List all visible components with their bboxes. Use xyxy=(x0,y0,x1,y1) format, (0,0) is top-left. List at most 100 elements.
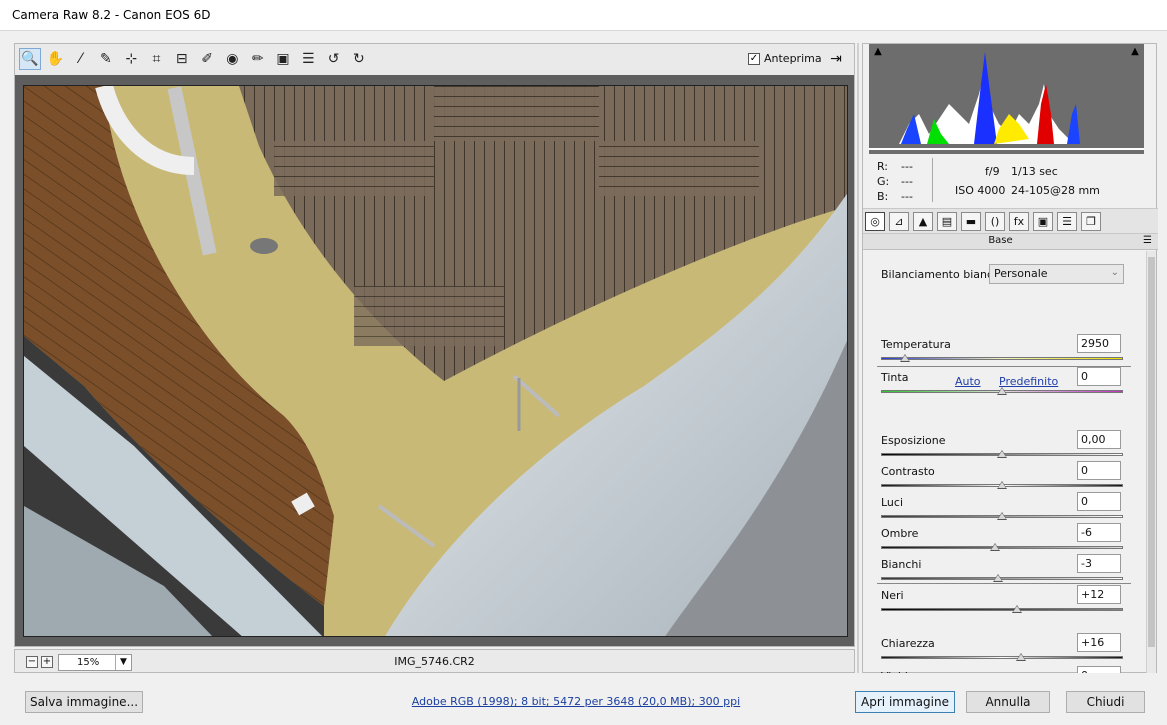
ombre-slider-track[interactable] xyxy=(881,546,1123,549)
tone-curve-panel-icon[interactable]: ⊿ xyxy=(889,212,909,231)
panel-tabs: ◎ ⊿ ▲ ▤ ▬ () fx ▣ ☰ ❐ xyxy=(863,208,1158,234)
rotate-ccw-tool-icon[interactable]: ↺ xyxy=(323,48,345,70)
white-balance-select[interactable]: Personale ⌄ xyxy=(989,264,1124,284)
tinta-label: Tinta xyxy=(881,371,909,384)
aperture: f/9 xyxy=(985,165,1000,178)
ombre-value-field[interactable]: -6 xyxy=(1077,523,1121,542)
highlight-clipping-icon[interactable]: ▲ xyxy=(1128,46,1142,58)
g-label: G: xyxy=(877,175,890,188)
spot-removal-tool-icon[interactable]: ✐ xyxy=(196,48,218,70)
basic-panel-icon[interactable]: ◎ xyxy=(865,212,885,231)
graduated-filter-tool-icon[interactable]: ▣ xyxy=(272,48,294,70)
iso: ISO 4000 xyxy=(955,184,1006,197)
preview-label: Anteprima xyxy=(764,52,822,65)
temperatura-value-field[interactable]: 2950 xyxy=(1077,334,1121,353)
preferences-tool-icon[interactable]: ☰ xyxy=(297,48,319,70)
esposizione-value-field[interactable]: 0,00 xyxy=(1077,430,1121,449)
auto-link[interactable]: Auto xyxy=(955,375,981,388)
white-balance-label: Bilanciamento bianco: xyxy=(881,268,1004,281)
contrasto-slider-thumb[interactable] xyxy=(997,481,1007,489)
photo-canvas xyxy=(24,86,847,636)
shutter-speed: 1/13 sec xyxy=(1011,165,1058,178)
contrasto-label: Contrasto xyxy=(881,465,935,478)
ombre-label: Ombre xyxy=(881,527,919,540)
panel-menu-icon[interactable]: ☰ xyxy=(1143,235,1152,246)
split-toning-panel-icon[interactable]: ▬ xyxy=(961,212,981,231)
white-balance-tool-icon[interactable]: ⁄ xyxy=(70,48,92,70)
open-image-button[interactable]: Apri immagine xyxy=(855,691,955,713)
panel-scrollbar[interactable] xyxy=(1146,251,1156,673)
workflow-options-link[interactable]: Adobe RGB (1998); 8 bit; 5472 per 3648 (… xyxy=(300,695,852,708)
chiarezza-slider-track[interactable] xyxy=(881,656,1123,659)
g-value: --- xyxy=(901,175,913,188)
bianchi-slider-thumb[interactable] xyxy=(993,574,1004,582)
vividezza-label: Vividezza xyxy=(881,670,933,673)
luci-slider-thumb[interactable] xyxy=(997,512,1007,520)
hand-tool-icon[interactable]: ✋ xyxy=(44,48,66,70)
status-bar: − + 15% ▼ IMG_5746.CR2 xyxy=(14,649,855,673)
bianchi-value-field[interactable]: -3 xyxy=(1077,554,1121,573)
cancel-button[interactable]: Annulla xyxy=(966,691,1050,713)
lens: 24-105@28 mm xyxy=(1011,184,1100,197)
panel-divider xyxy=(857,43,859,673)
panel-header: Base ☰ xyxy=(863,234,1158,250)
shadow-clipping-icon[interactable]: ▲ xyxy=(871,46,885,58)
close-button[interactable]: Chiudi xyxy=(1066,691,1145,713)
esposizione-slider-thumb[interactable] xyxy=(997,450,1007,458)
r-value: --- xyxy=(901,160,913,173)
adjustment-brush-tool-icon[interactable]: ✏ xyxy=(247,48,269,70)
fullscreen-toggle-icon[interactable]: ⇥ xyxy=(826,50,846,68)
b-label: B: xyxy=(877,190,889,203)
preview-checkbox[interactable]: ✓ xyxy=(748,52,760,65)
b-value: --- xyxy=(901,190,913,203)
chiarezza-slider-thumb[interactable] xyxy=(1016,653,1027,661)
red-eye-tool-icon[interactable]: ◉ xyxy=(221,48,243,70)
histogram: ▲ ▲ xyxy=(869,44,1144,154)
white-balance-value: Personale xyxy=(994,267,1048,280)
luci-label: Luci xyxy=(881,496,904,509)
histogram-graph xyxy=(869,44,1144,154)
zoom-tool-icon[interactable]: 🔍 xyxy=(19,48,41,70)
ombre-slider-thumb[interactable] xyxy=(989,543,1000,551)
snapshots-panel-icon[interactable]: ❐ xyxy=(1081,212,1101,231)
bianchi-label: Bianchi xyxy=(881,558,922,571)
default-link[interactable]: Predefinito xyxy=(999,375,1058,388)
straighten-tool-icon[interactable]: ⊟ xyxy=(171,48,193,70)
crop-tool-icon[interactable]: ⌗ xyxy=(146,48,168,70)
tinta-value-field[interactable]: 0 xyxy=(1077,367,1121,386)
contrasto-value-field[interactable]: 0 xyxy=(1077,461,1121,480)
vividezza-value-field[interactable]: 0 xyxy=(1077,666,1121,673)
neri-label: Neri xyxy=(881,589,904,602)
targeted-adjustment-tool-icon[interactable]: ⊹ xyxy=(120,48,142,70)
file-name: IMG_5746.CR2 xyxy=(394,655,475,668)
neri-value-field[interactable]: +12 xyxy=(1077,585,1121,604)
color-sampler-tool-icon[interactable]: ✎ xyxy=(95,48,117,70)
right-panel: ▲ ▲ R: --- G: --- B: --- f/9 1/13 sec ISO 4… xyxy=(862,43,1158,673)
presets-panel-icon[interactable]: ☰ xyxy=(1057,212,1077,231)
rgb-readout: R: --- G: --- B: --- xyxy=(877,159,925,204)
preview-toggle[interactable]: ✓ Anteprima xyxy=(748,52,822,65)
title-bar: Camera Raw 8.2 - Canon EOS 6D xyxy=(0,0,1167,31)
detail-panel-icon[interactable]: ▲ xyxy=(913,212,933,231)
chiarezza-label: Chiarezza xyxy=(881,637,935,650)
chiarezza-value-field[interactable]: +16 xyxy=(1077,633,1121,652)
toolbar: 🔍 ✋ ⁄ ✎ ⊹ ⌗ ⊟ ✐ ◉ ✏ ▣ ☰ ↺ ↻ ✓ Anteprima ⇥ xyxy=(14,43,855,75)
temperatura-slider-thumb[interactable] xyxy=(900,354,911,362)
save-image-button[interactable]: Salva immagine... xyxy=(25,691,143,713)
image-preview-area xyxy=(14,75,855,647)
rotate-cw-tool-icon[interactable]: ↻ xyxy=(348,48,370,70)
hsl-panel-icon[interactable]: ▤ xyxy=(937,212,957,231)
panel-title: Base xyxy=(988,235,1013,246)
image-preview[interactable] xyxy=(23,85,848,637)
camera-info: R: --- G: --- B: --- f/9 1/13 sec ISO 4000 … xyxy=(863,156,1158,206)
scrollbar-thumb[interactable] xyxy=(1148,257,1155,647)
neri-slider-track[interactable] xyxy=(881,608,1123,611)
neri-slider-thumb[interactable] xyxy=(1011,605,1022,613)
window-title: Camera Raw 8.2 - Canon EOS 6D xyxy=(12,8,211,22)
effects-panel-icon[interactable]: fx xyxy=(1009,212,1029,231)
luci-value-field[interactable]: 0 xyxy=(1077,492,1121,511)
tinta-slider-thumb[interactable] xyxy=(997,387,1007,395)
camera-calibration-panel-icon[interactable]: ▣ xyxy=(1033,212,1053,231)
temperatura-slider-track[interactable] xyxy=(881,357,1123,360)
lens-corrections-panel-icon[interactable]: () xyxy=(985,212,1005,231)
